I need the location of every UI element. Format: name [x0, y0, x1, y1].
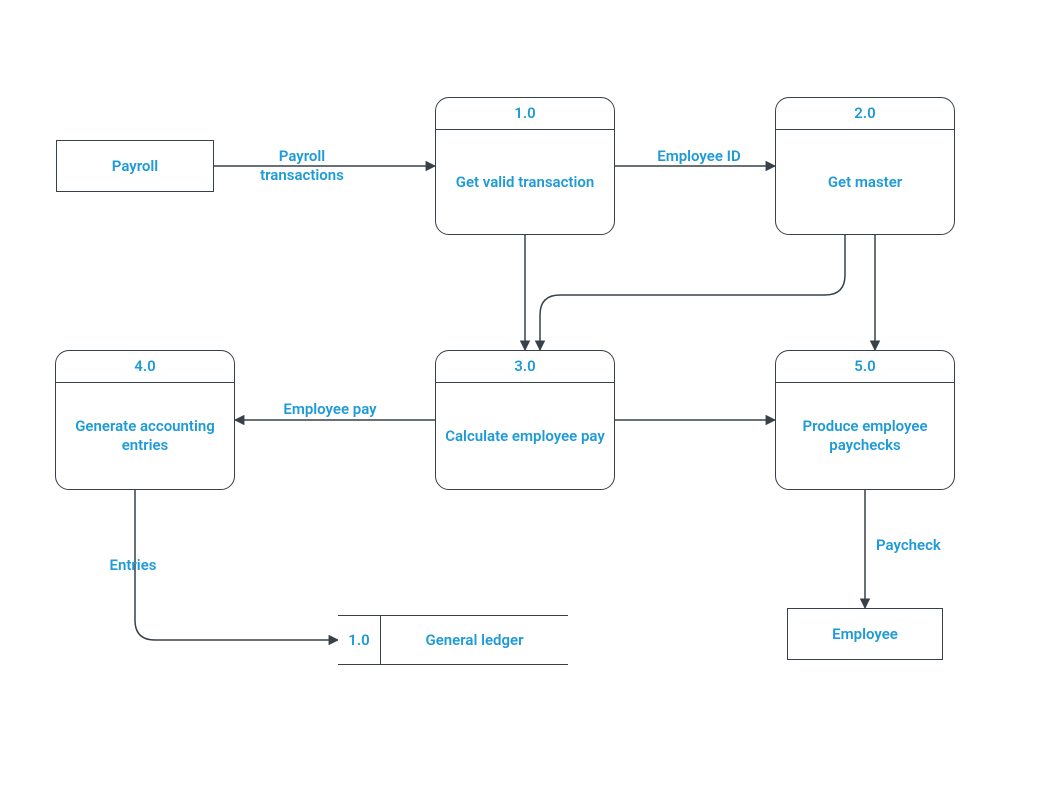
- process-5: 5.0 Produce employee paychecks: [775, 350, 955, 490]
- flow-employee-id: Employee ID: [644, 147, 754, 166]
- flow-entries: Entries: [88, 556, 178, 575]
- dfd-canvas: Payroll 1.0 Get valid transaction 2.0 Ge…: [0, 0, 1040, 800]
- datastore-gl-name: General ledger: [381, 616, 568, 664]
- flow-payroll-transactions: Payroll transactions: [247, 147, 357, 185]
- datastore-gl-id: 1.0: [338, 616, 381, 664]
- entity-employee-label: Employee: [832, 625, 898, 644]
- flow-employee-pay: Employee pay: [275, 400, 385, 419]
- flow-paycheck: Paycheck: [876, 536, 966, 555]
- process-2: 2.0 Get master: [775, 97, 955, 235]
- process-1-id: 1.0: [436, 98, 614, 130]
- process-3-name: Calculate employee pay: [436, 383, 614, 489]
- process-3-id: 3.0: [436, 351, 614, 383]
- process-3: 3.0 Calculate employee pay: [435, 350, 615, 490]
- process-1-name: Get valid transaction: [436, 130, 614, 234]
- process-2-id: 2.0: [776, 98, 954, 130]
- process-2-name: Get master: [776, 130, 954, 234]
- process-4-id: 4.0: [56, 351, 234, 383]
- entity-employee: Employee: [787, 608, 943, 660]
- process-1: 1.0 Get valid transaction: [435, 97, 615, 235]
- process-5-id: 5.0: [776, 351, 954, 383]
- process-4: 4.0 Generate accounting entries: [55, 350, 235, 490]
- entity-payroll-label: Payroll: [112, 157, 158, 176]
- entity-payroll: Payroll: [56, 140, 214, 192]
- process-4-name: Generate accounting entries: [56, 383, 234, 489]
- datastore-general-ledger: 1.0 General ledger: [338, 615, 568, 665]
- process-5-name: Produce employee paychecks: [776, 383, 954, 489]
